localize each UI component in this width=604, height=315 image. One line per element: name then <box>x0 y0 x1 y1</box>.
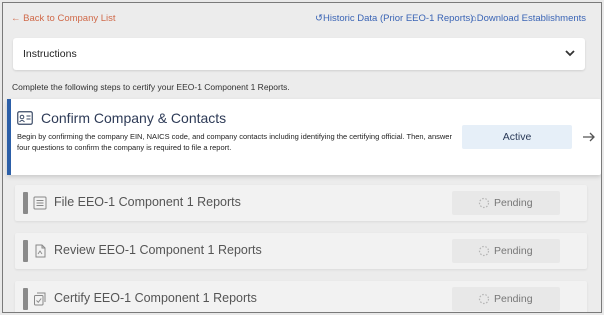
back-to-company-list-link[interactable]: ← Back to Company List <box>11 13 116 24</box>
step-title: File EEO-1 Component 1 Reports <box>54 195 241 209</box>
top-nav-bar: ← Back to Company List ↺Historic Data (P… <box>3 3 601 33</box>
chevron-down-icon[interactable] <box>563 46 577 60</box>
arrow-right-icon[interactable] <box>582 130 596 144</box>
step-description: Begin by confirming the company EIN, NAI… <box>17 132 452 152</box>
status-label: Pending <box>494 197 533 209</box>
step-review-reports[interactable]: Review EEO-1 Component 1 Reports Pending <box>15 233 587 269</box>
loading-spinner-icon <box>478 293 490 305</box>
historic-data-label: Historic Data (Prior EEO-1 Reports) <box>322 13 474 24</box>
instructions-intro-text: Complete the following steps to certify … <box>12 82 290 92</box>
step-confirm-company-contacts[interactable]: Confirm Company & Contacts Begin by conf… <box>7 99 601 175</box>
step-file-reports[interactable]: File EEO-1 Component 1 Reports Pending <box>15 185 587 221</box>
loading-spinner-icon <box>478 245 490 257</box>
eeo1-certification-panel: ← Back to Company List ↺Historic Data (P… <box>2 2 602 313</box>
historic-data-link[interactable]: ↺Historic Data (Prior EEO-1 Reports) <box>315 13 473 24</box>
status-badge-active: Active <box>462 125 572 149</box>
status-label: Pending <box>494 245 533 257</box>
step-title: Certify EEO-1 Component 1 Reports <box>54 291 257 305</box>
instructions-title: Instructions <box>23 48 77 60</box>
step-title: Review EEO-1 Component 1 Reports <box>54 243 262 257</box>
id-card-icon <box>17 111 33 125</box>
status-label: Pending <box>494 293 533 305</box>
step-indicator <box>23 192 28 214</box>
document-icon <box>35 244 46 258</box>
list-icon <box>33 196 47 210</box>
history-icon: ↺ <box>315 13 323 24</box>
certify-icon <box>34 292 46 306</box>
status-badge-pending: Pending <box>452 191 560 215</box>
instructions-accordion[interactable]: Instructions <box>13 38 585 70</box>
status-badge-pending: Pending <box>452 239 560 263</box>
download-establishments-label: Download Establishments <box>476 13 587 24</box>
download-establishments-link[interactable]: ⌂Download Establishments <box>471 13 586 24</box>
step-title: Confirm Company & Contacts <box>41 110 227 126</box>
step-indicator <box>23 240 28 262</box>
step-certify-reports[interactable]: Certify EEO-1 Component 1 Reports Pendin… <box>15 281 587 312</box>
active-step-indicator <box>7 99 11 175</box>
status-badge-pending: Pending <box>452 287 560 311</box>
loading-spinner-icon <box>478 197 490 209</box>
step-indicator <box>23 288 28 310</box>
